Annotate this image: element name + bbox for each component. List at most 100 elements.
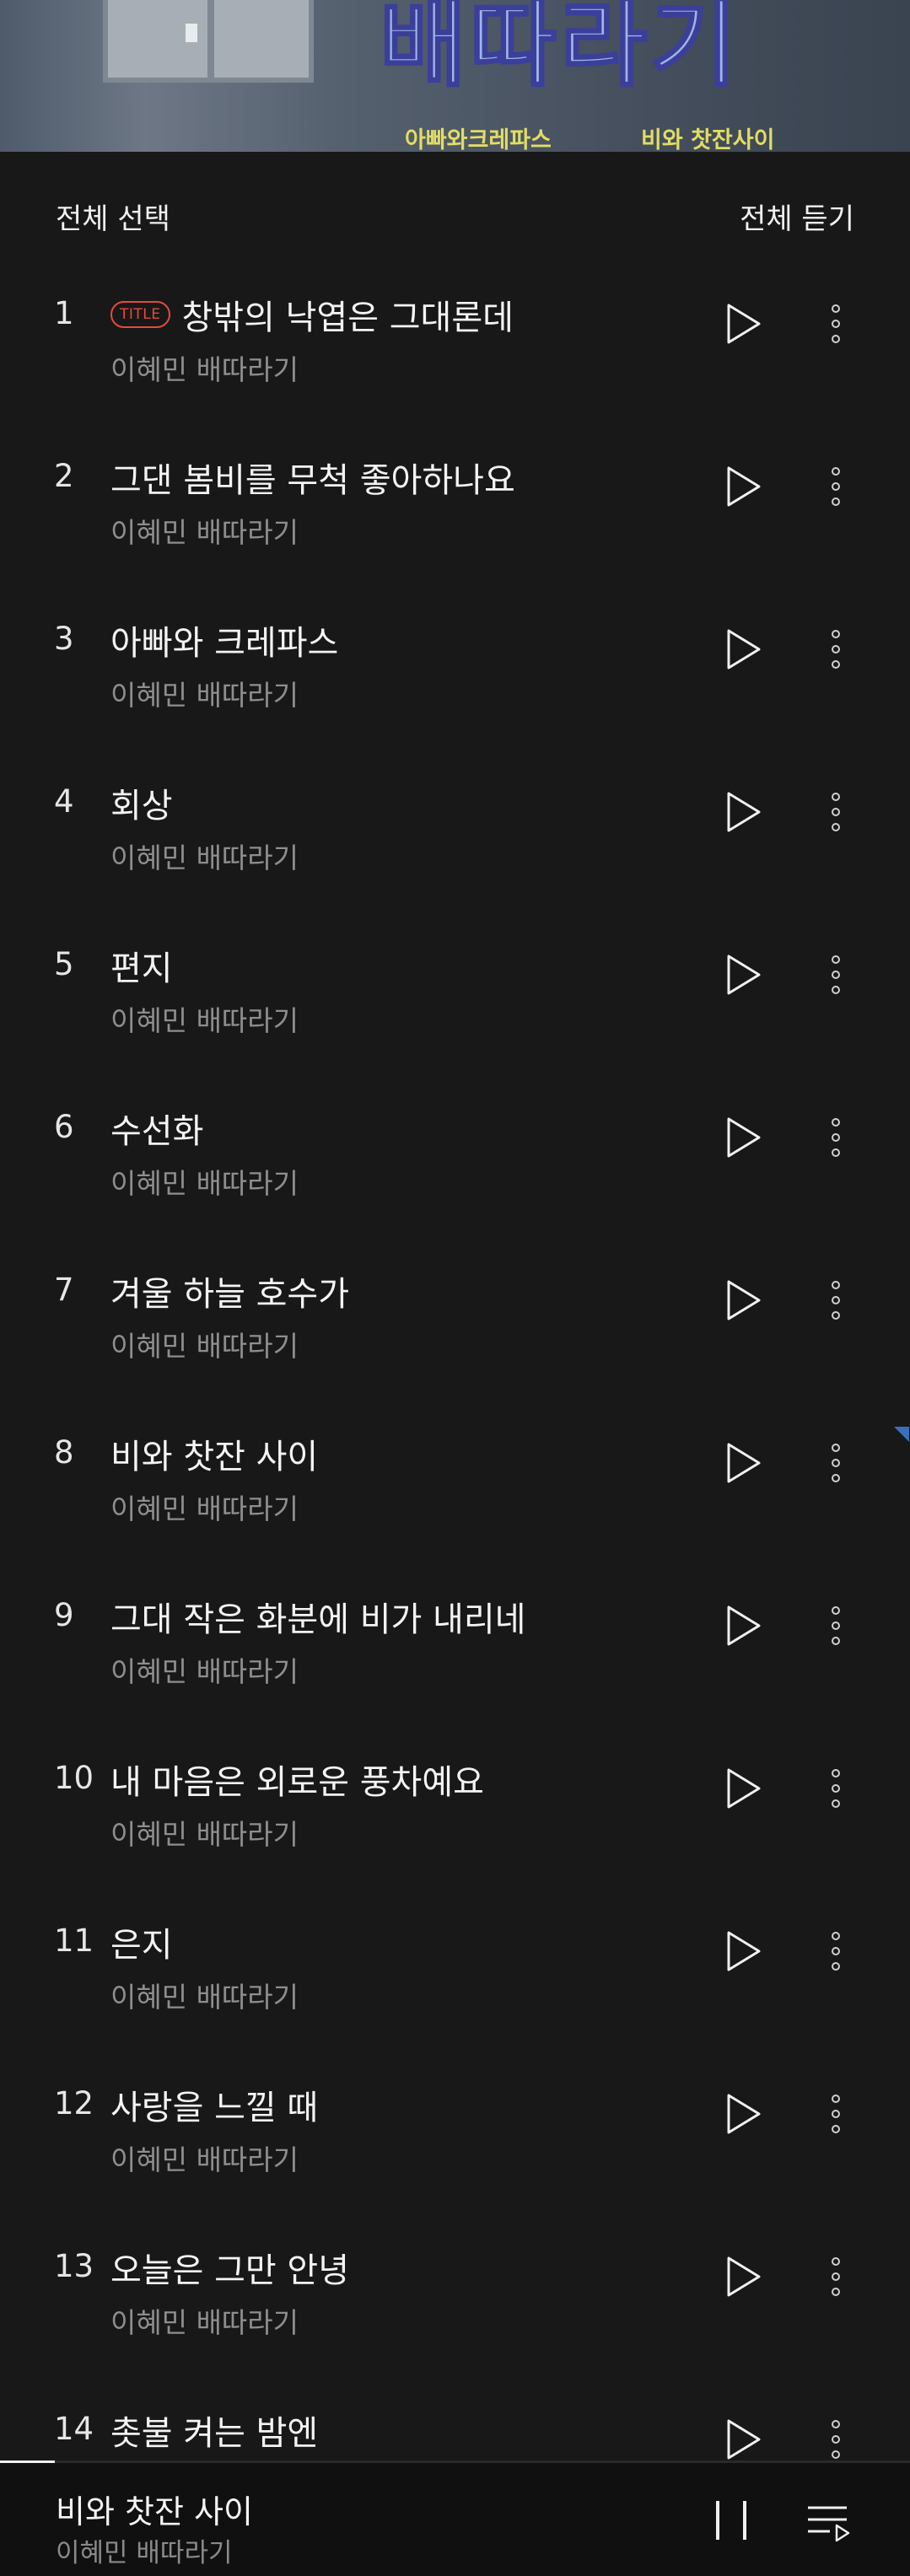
track-more-button[interactable] (821, 1926, 850, 1976)
track-title: 오늘은 그만 안녕 (110, 2251, 350, 2290)
track-artist: 이혜민 배따라기 (110, 1167, 299, 1200)
more-vertical-icon (832, 1444, 840, 1482)
track-title-container: 비와 찻잔 사이 (110, 1429, 318, 1478)
track-more-button[interactable] (821, 787, 850, 837)
track-title: 그대 작은 화분에 비가 내리네 (110, 1600, 526, 1639)
track-row[interactable]: 7 겨울 하늘 호수가 이혜민 배따라기 (0, 1255, 910, 1417)
play-icon (727, 304, 761, 344)
track-play-button[interactable] (724, 1278, 764, 1322)
track-more-button[interactable] (821, 1112, 850, 1163)
track-play-button[interactable] (724, 1767, 764, 1810)
track-play-button[interactable] (724, 1604, 764, 1648)
track-title: 그댄 봄비를 무척 좋아하나요 (110, 461, 515, 500)
track-play-button[interactable] (724, 1929, 764, 1973)
track-play-button[interactable] (724, 1441, 764, 1485)
play-all-button[interactable]: 전체 듣기 (740, 196, 854, 237)
cover-title-lettering: 배따라기 (378, 0, 741, 101)
track-title: 편지 (110, 949, 173, 988)
play-icon (727, 2419, 761, 2460)
play-icon (727, 1605, 761, 1646)
play-icon (727, 2256, 761, 2297)
more-vertical-icon (832, 1118, 840, 1157)
track-more-button[interactable] (821, 2089, 850, 2139)
track-artist: 이혜민 배따라기 (110, 2143, 299, 2176)
track-play-button[interactable] (724, 2417, 764, 2461)
track-row[interactable]: 8 비와 찻잔 사이이혜민 배따라기 (0, 1417, 910, 1580)
track-artist: 이혜민 배따라기 (110, 1492, 299, 1525)
track-row[interactable]: 6 수선화 이혜민 배따라기 (0, 1092, 910, 1255)
title-track-badge: TITLE (110, 301, 170, 328)
track-more-button[interactable] (821, 624, 850, 675)
more-vertical-icon (832, 304, 840, 343)
track-row[interactable]: 2 그댄 봄비를 무척 좋아하나요 이혜민 배따라기 (0, 441, 910, 604)
track-more-button[interactable] (821, 1275, 850, 1326)
mini-player[interactable]: 비와 찻잔 사이 이혜민 배따라기 (0, 2460, 910, 2576)
track-number: 8 (54, 1434, 74, 1471)
track-title-container: 회상 (110, 778, 173, 827)
track-title-container: 수선화 (110, 1104, 203, 1153)
track-more-button[interactable] (821, 1763, 850, 1814)
play-icon (727, 629, 761, 670)
album-track-list-screen: 배따라기 아빠와크레파스 비와 찻잔사이 전체 선택 전체 듣기 1 TITLE 창… (0, 0, 910, 2576)
track-number: 1 (54, 295, 74, 331)
track-title: 비와 찻잔 사이 (110, 1438, 319, 1476)
playlist-button[interactable] (806, 2503, 852, 2543)
more-vertical-icon (832, 2257, 840, 2296)
list-header: 전체 선택 전체 듣기 (0, 152, 910, 278)
scroll-edge-marker (894, 1427, 909, 1442)
track-play-button[interactable] (724, 2092, 764, 2136)
playback-progress-bar[interactable] (0, 2460, 910, 2463)
track-play-button[interactable] (724, 302, 764, 346)
track-row[interactable]: 5 편지 이혜민 배따라기 (0, 929, 910, 1092)
track-row[interactable]: 11 은지 이혜민 배따라기 (0, 1906, 910, 2068)
track-row[interactable]: 9 그대 작은 화분에 비가 내리네 이혜민 배따라기 (0, 1580, 910, 1743)
track-number: 7 (54, 1272, 74, 1308)
track-number: 5 (54, 946, 74, 982)
track-play-button[interactable] (724, 465, 764, 508)
track-row[interactable]: 12 사랑을 느낄 때 이혜민 배따라기 (0, 2068, 910, 2231)
track-row[interactable]: 3 아빠와 크레파스 이혜민 배따라기 (0, 604, 910, 766)
play-icon (727, 1768, 761, 1809)
more-vertical-icon (832, 2095, 840, 2133)
track-play-button[interactable] (724, 627, 764, 671)
track-title-container: 아빠와 크레파스 (110, 616, 338, 664)
album-cover-art: 배따라기 아빠와크레파스 비와 찻잔사이 (0, 0, 910, 152)
track-title: 사랑을 느낄 때 (110, 2089, 319, 2127)
more-vertical-icon (832, 1769, 840, 1808)
track-number: 11 (54, 1923, 94, 1959)
track-artist: 이혜민 배따라기 (110, 1818, 299, 1851)
play-icon (727, 1931, 761, 1971)
track-more-button[interactable] (821, 1600, 850, 1651)
track-row[interactable]: 13 오늘은 그만 안녕이혜민 배따라기 (0, 2231, 910, 2394)
track-artist: 이혜민 배따라기 (110, 2306, 299, 2339)
track-play-button[interactable] (724, 2255, 764, 2299)
playback-progress-fill (0, 2460, 55, 2463)
track-row[interactable]: 4 회상 이혜민 배따라기 (0, 766, 910, 929)
track-row[interactable]: 1 TITLE 창밖의 낙엽은 그대론데 이혜민 배따라기 (0, 278, 910, 441)
play-icon (727, 1117, 761, 1158)
track-title-container: 그댄 봄비를 무척 좋아하나요 (110, 453, 515, 502)
track-more-button[interactable] (821, 2251, 850, 2302)
track-row[interactable]: 10 내 마음은 외로운 풍차예요 이혜민 배따라기 (0, 1743, 910, 1906)
more-vertical-icon (832, 955, 840, 994)
more-vertical-icon (832, 1932, 840, 1971)
pause-button[interactable] (713, 2498, 751, 2543)
track-more-button[interactable] (821, 461, 850, 512)
track-number: 9 (54, 1597, 74, 1633)
track-number: 13 (54, 2248, 94, 2284)
now-playing-artist: 이혜민 배따라기 (56, 2538, 233, 2568)
cover-window-illustration (103, 0, 314, 83)
track-more-button[interactable] (821, 298, 850, 349)
play-icon (727, 955, 761, 995)
track-more-button[interactable] (821, 2414, 850, 2465)
track-play-button[interactable] (724, 790, 764, 834)
track-title-container: TITLE 창밖의 낙엽은 그대론데 (110, 290, 514, 339)
track-title: 내 마음은 외로운 풍차예요 (110, 1763, 484, 1802)
track-more-button[interactable] (821, 1438, 850, 1488)
track-play-button[interactable] (724, 1116, 764, 1159)
track-title-container: 내 마음은 외로운 풍차예요 (110, 1755, 484, 1804)
track-more-button[interactable] (821, 949, 850, 1000)
select-all-button[interactable]: 전체 선택 (56, 196, 170, 237)
track-play-button[interactable] (724, 953, 764, 997)
track-title: 겨울 하늘 호수가 (110, 1275, 350, 1314)
